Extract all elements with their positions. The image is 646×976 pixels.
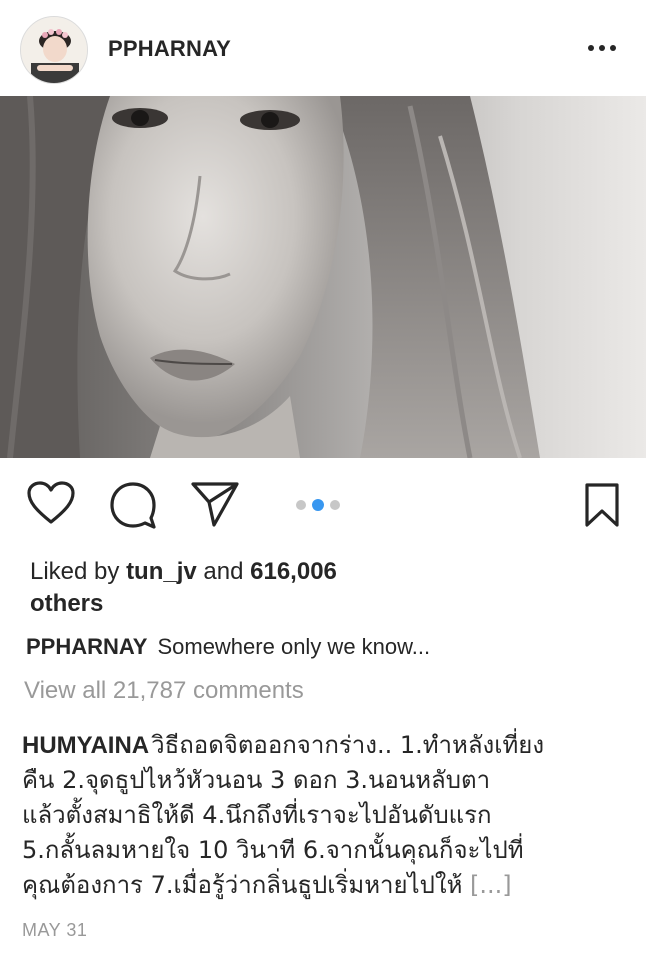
view-all-comments-link[interactable]: View all 21,787 comments xyxy=(24,677,304,705)
comment-text: วิธีถอดจิตออกจากร่าง.. 1.ทำหลังเที่ยง xyxy=(151,731,545,759)
post-date: MAY 31 xyxy=(22,920,88,940)
comment-more-link[interactable]: [...] xyxy=(470,871,512,899)
carousel-dot xyxy=(330,500,340,510)
caption-username[interactable]: PPHARNAY xyxy=(26,634,147,659)
likes-count[interactable]: 616,006 xyxy=(250,558,337,585)
avatar-photo xyxy=(21,17,87,83)
carousel-dot xyxy=(296,500,306,510)
more-options-icon[interactable] xyxy=(588,38,618,58)
comment-bubble-icon[interactable] xyxy=(108,480,158,535)
comment-username[interactable]: HUMYAINA xyxy=(22,732,149,759)
action-bar xyxy=(0,470,646,542)
avatar[interactable] xyxy=(20,16,88,84)
likes-summary: Liked by tun_jv and 616,006 others xyxy=(30,556,450,620)
send-icon[interactable] xyxy=(190,480,240,533)
portrait-image xyxy=(0,96,646,458)
comment-item: HUMYAINAวิธีถอดจิตออกจากร่าง.. 1.ทำหลังเ… xyxy=(22,728,626,903)
comment-line: HUMYAINAวิธีถอดจิตออกจากร่าง.. 1.ทำหลังเ… xyxy=(22,728,626,763)
likes-suffix[interactable]: others xyxy=(30,590,103,617)
post-username[interactable]: PPHARNAY xyxy=(108,36,231,62)
heart-icon[interactable] xyxy=(26,480,76,531)
caption-text: Somewhere only we know... xyxy=(157,634,431,659)
post-photo[interactable] xyxy=(0,96,646,458)
comment-line: แล้วตั้งสมาธิให้ดี 4.นึกถึงที่เราจะไปอัน… xyxy=(22,801,492,829)
bookmark-icon[interactable] xyxy=(584,482,620,533)
comment-line: คุณต้องการ 7.เมื่อรู้ว่ากลิ่นธูปเริ่มหาย… xyxy=(22,868,626,903)
comment-text: คุณต้องการ 7.เมื่อรู้ว่ากลิ่นธูปเริ่มหาย… xyxy=(22,871,471,899)
carousel-indicator xyxy=(296,499,340,511)
carousel-dot-active xyxy=(312,499,324,511)
likes-joiner: and xyxy=(203,558,244,585)
post-caption: PPHARNAY Somewhere only we know... xyxy=(26,632,430,662)
comment-line: 5.กลั้นลมหายใจ 10 วินาที 6.จากนั้นคุณก็จ… xyxy=(22,836,524,864)
post-header: PPHARNAY xyxy=(0,0,646,96)
likes-prefix: Liked by xyxy=(30,558,120,585)
liked-by-user-link[interactable]: tun_jv xyxy=(126,558,197,585)
comment-line: คืน 2.จุดธูปไหว้หัวนอน 3 ดอก 3.นอนหลับตา xyxy=(22,766,491,794)
